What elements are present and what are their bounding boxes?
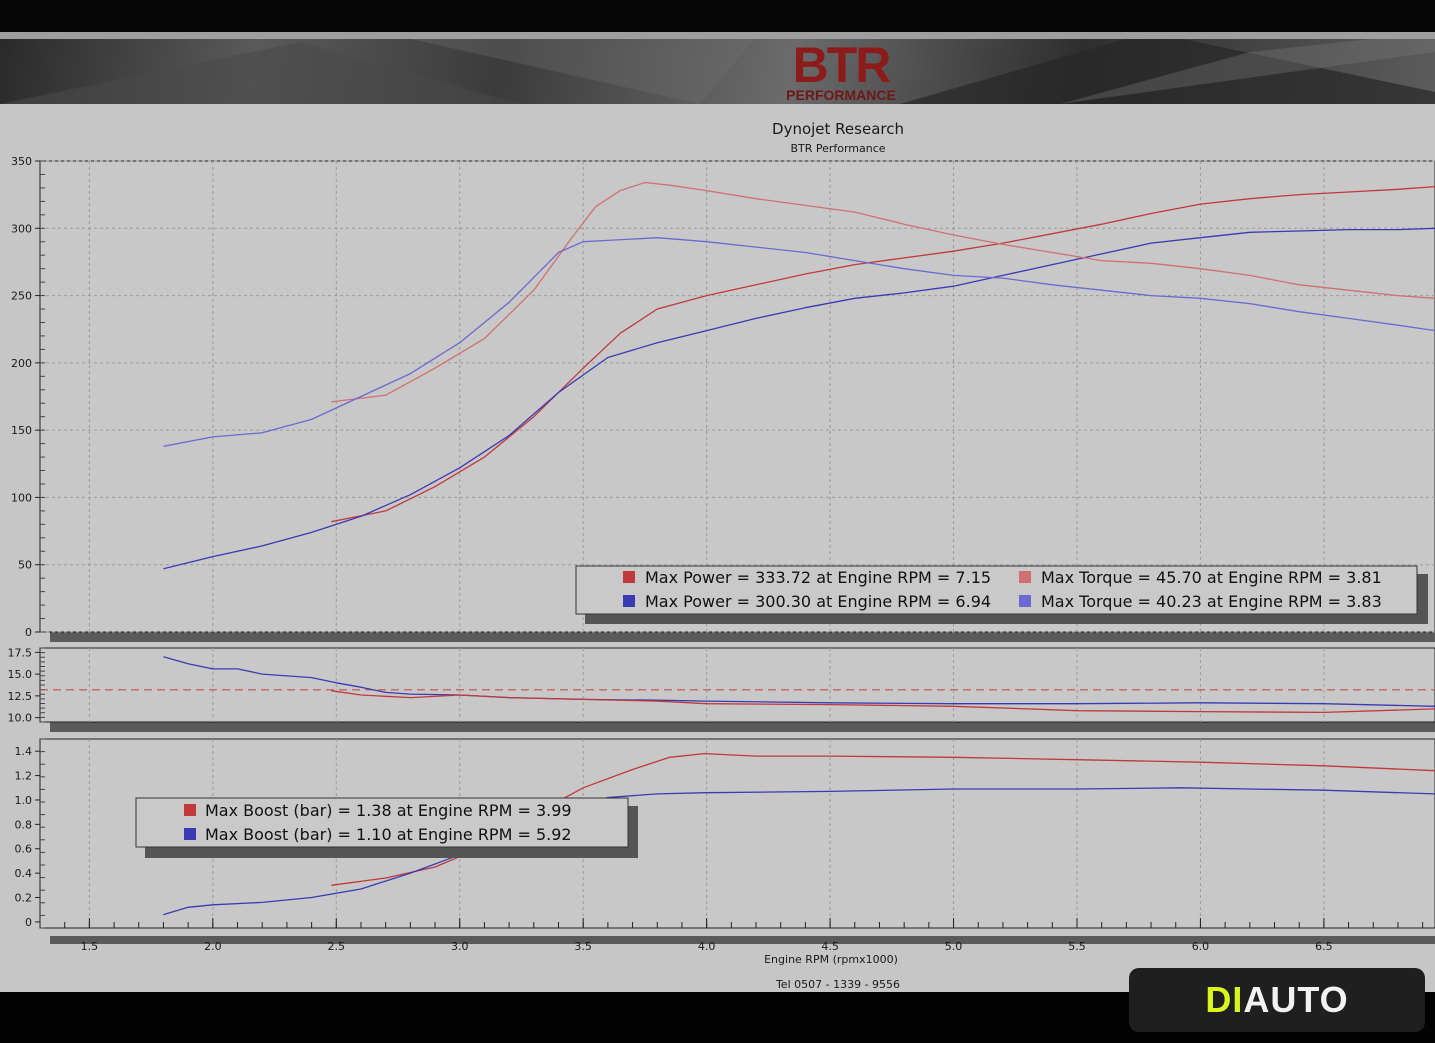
x-tick-label: 6.5 <box>1315 940 1333 953</box>
y-tick-label: 10.0 <box>8 712 33 725</box>
x-tick-label: 1.5 <box>81 940 99 953</box>
y-tick-label: 300 <box>11 222 32 235</box>
x-tick-label: 2.0 <box>204 940 222 953</box>
y-tick-label: 50 <box>18 559 32 572</box>
x-axis-label: Engine RPM (rpmx1000) <box>764 953 898 966</box>
y-tick-label: 100 <box>11 491 32 504</box>
y-tick-label: 200 <box>11 357 32 370</box>
boost-legend-swatch-blue <box>184 828 196 840</box>
x-tick-label: 6.0 <box>1192 940 1210 953</box>
y-tick-label: 1.2 <box>15 770 33 783</box>
legend-torque-red: Max Torque = 45.70 at Engine RPM = 3.81 <box>1041 568 1382 587</box>
x-tick-label: 4.5 <box>821 940 839 953</box>
y-tick-label: 1.0 <box>15 794 33 807</box>
logo-main-text: BTR <box>792 37 892 93</box>
y-tick-label: 0.6 <box>15 843 33 856</box>
header-banner <box>0 32 1435 104</box>
power-legend: Max Power = 333.72 at Engine RPM = 7.15 … <box>575 565 1428 624</box>
y-tick-label: 0.4 <box>15 867 33 880</box>
legend-swatch-torque-blue <box>1019 595 1031 607</box>
legend-swatch-torque-red <box>1019 571 1031 583</box>
x-tick-label: 5.5 <box>1068 940 1086 953</box>
legend-swatch-power-blue <box>623 595 635 607</box>
y-tick-label: 150 <box>11 424 32 437</box>
y-tick-label: 0.2 <box>15 892 33 905</box>
panel-shadow <box>50 722 1435 732</box>
banner-edge <box>0 32 1435 39</box>
logo-sub-text: PERFORMANCE <box>786 87 896 103</box>
y-tick-label: 12.5 <box>8 690 33 703</box>
panel-frame <box>39 647 1435 723</box>
y-tick-label: 17.5 <box>8 646 33 659</box>
boost-legend-blue: Max Boost (bar) = 1.10 at Engine RPM = 5… <box>205 825 572 844</box>
x-axis-shadow <box>50 936 1435 944</box>
y-tick-label: 0.8 <box>15 818 33 831</box>
watermark-di: DI <box>1205 979 1244 1020</box>
btr-logo: BTR PERFORMANCE <box>776 37 906 104</box>
panel-shadow <box>50 632 1435 642</box>
y-tick-label: 15.0 <box>8 668 33 681</box>
diauto-watermark: DI AUTO <box>1129 968 1425 1032</box>
x-tick-label: 4.0 <box>698 940 716 953</box>
x-tick-label: 3.0 <box>451 940 469 953</box>
watermark-auto: AUTO <box>1243 979 1349 1020</box>
boost-legend: Max Boost (bar) = 1.38 at Engine RPM = 3… <box>135 797 638 858</box>
legend-power-red: Max Power = 333.72 at Engine RPM = 7.15 <box>645 568 991 587</box>
boost-legend-swatch-red <box>184 804 196 816</box>
x-tick-label: 5.0 <box>945 940 963 953</box>
afr-panel: 10.0 12.5 15.0 17.5 <box>8 646 1435 732</box>
y-tick-label: 1.4 <box>15 745 33 758</box>
y-tick-label: 0 <box>25 916 32 929</box>
x-tick-label: 2.5 <box>328 940 346 953</box>
panel-frame <box>39 160 1435 633</box>
footer-phone: Tel 0507 - 1339 - 9556 <box>775 978 900 991</box>
y-tick-label: 0 <box>25 626 32 639</box>
x-tick-label: 3.5 <box>574 940 592 953</box>
legend-power-blue: Max Power = 300.30 at Engine RPM = 6.94 <box>645 592 991 611</box>
dyno-chart: Dynojet Research BTR Performance 0 50 100 1… <box>0 104 1435 992</box>
y-tick-label: 350 <box>11 155 32 168</box>
legend-swatch-power-red <box>623 571 635 583</box>
chart-subtitle: BTR Performance <box>790 142 885 155</box>
banner-pattern <box>0 32 1435 104</box>
chart-title: Dynojet Research <box>772 120 904 138</box>
legend-torque-blue: Max Torque = 40.23 at Engine RPM = 3.83 <box>1041 592 1382 611</box>
y-tick-label: 250 <box>11 290 32 303</box>
boost-legend-red: Max Boost (bar) = 1.38 at Engine RPM = 3… <box>205 801 572 820</box>
top-letterbox <box>0 0 1435 32</box>
